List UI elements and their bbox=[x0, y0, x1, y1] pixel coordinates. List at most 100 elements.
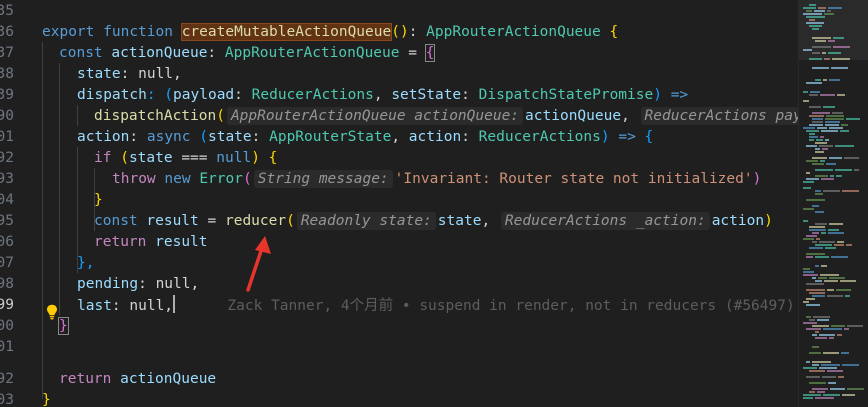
minimap-line bbox=[809, 115, 824, 117]
call-dispatchAction[interactable]: dispatchAction bbox=[94, 108, 216, 124]
minimap-line bbox=[803, 187, 811, 189]
paren: ( bbox=[216, 108, 225, 124]
arg-state[interactable]: state bbox=[438, 213, 482, 229]
minimap-line bbox=[815, 337, 827, 339]
minimap-line bbox=[809, 292, 825, 294]
variable-result[interactable]: result bbox=[155, 234, 207, 250]
minimap-line bbox=[836, 175, 842, 177]
minimap-line bbox=[828, 40, 835, 42]
variable-actionQueue[interactable]: actionQueue bbox=[120, 371, 216, 387]
code-area[interactable]: export function createMutableActionQueue… bbox=[42, 0, 798, 407]
code-line-47[interactable]: }, bbox=[77, 253, 94, 274]
property-dispatch[interactable]: dispatch bbox=[77, 87, 147, 103]
code-line-48[interactable]: pending: null, bbox=[77, 274, 199, 295]
minimap-line bbox=[815, 151, 824, 153]
minimap-line bbox=[821, 364, 840, 366]
line-number: 01 bbox=[0, 129, 14, 145]
type-DispatchStatePromise[interactable]: DispatchStatePromise bbox=[479, 87, 654, 103]
comma: , bbox=[391, 129, 401, 145]
paren: ( bbox=[199, 129, 208, 145]
colon: : bbox=[461, 129, 470, 145]
minimap-line bbox=[806, 376, 820, 378]
type-AppRouterState[interactable]: AppRouterState bbox=[269, 129, 391, 145]
minimap-line bbox=[832, 58, 850, 60]
minimap-line bbox=[815, 190, 821, 192]
arg-action[interactable]: action bbox=[712, 213, 764, 229]
property-action[interactable]: action bbox=[77, 129, 129, 145]
line-number: 06 bbox=[0, 234, 14, 250]
property-pending[interactable]: pending bbox=[77, 276, 138, 292]
minimap-line bbox=[826, 163, 836, 165]
minimap-slider[interactable] bbox=[799, 0, 868, 60]
code-line-46[interactable]: return result bbox=[94, 232, 208, 253]
type-ReducerActions[interactable]: ReducerActions bbox=[479, 129, 601, 145]
minimap-line bbox=[812, 163, 824, 165]
minimap-line bbox=[846, 244, 852, 246]
function-name-highlighted[interactable]: createMutableActionQueue bbox=[180, 23, 393, 41]
code-line-50[interactable]: } bbox=[58, 316, 69, 337]
type-annotation[interactable]: AppRouterActionQueue bbox=[225, 45, 400, 61]
code-line-52[interactable]: return actionQueue bbox=[59, 369, 216, 390]
git-blame-annotation[interactable]: Zack Tanner, 4个月前 • suspend in render, n… bbox=[227, 298, 794, 314]
minimap-line bbox=[824, 58, 830, 60]
minimap-line bbox=[824, 280, 838, 282]
minimap-line bbox=[815, 331, 819, 333]
property-state[interactable]: state bbox=[77, 66, 121, 82]
colon: : bbox=[207, 45, 217, 61]
lightbulb-icon[interactable] bbox=[46, 304, 58, 320]
minimap-line bbox=[812, 205, 819, 207]
minimap-line bbox=[814, 10, 825, 12]
param-action[interactable]: action bbox=[409, 129, 461, 145]
minimap-line bbox=[829, 337, 834, 339]
paren: ( bbox=[286, 213, 295, 229]
code-line-40[interactable]: dispatchAction(AppRouterActionQueue acti… bbox=[94, 106, 798, 127]
property-last[interactable]: last bbox=[77, 298, 112, 314]
arg-actionQueue[interactable]: actionQueue bbox=[525, 108, 621, 124]
code-line-37[interactable]: const actionQueue: AppRouterActionQueue … bbox=[59, 43, 436, 64]
code-line-39[interactable]: dispatch: (payload: ReducerActions, setS… bbox=[77, 85, 688, 106]
minimap-line bbox=[803, 181, 814, 183]
type-ReducerActions[interactable]: ReducerActions bbox=[252, 87, 374, 103]
minimap-line bbox=[809, 58, 822, 60]
string-literal[interactable]: 'Invariant: Router state not initialized… bbox=[395, 171, 753, 187]
param-payload[interactable]: payload bbox=[173, 87, 234, 103]
code-line-45[interactable]: const result = reducer(Readonly state: st… bbox=[94, 211, 773, 232]
minimap-line bbox=[815, 79, 821, 81]
code-line-36[interactable]: export function createMutableActionQueue… bbox=[42, 22, 618, 43]
line-number: 36 bbox=[0, 24, 14, 40]
minimap-line bbox=[806, 235, 817, 237]
code-line-49-current[interactable]: last: null, Zack Tanner, 4个月前 • suspend … bbox=[77, 295, 795, 316]
param-state[interactable]: state bbox=[208, 129, 252, 145]
code-line-44[interactable]: } bbox=[94, 190, 103, 211]
variable-state[interactable]: state bbox=[129, 150, 173, 166]
line-number: 03 bbox=[0, 392, 14, 407]
minimap-line bbox=[806, 145, 817, 147]
minimap-line bbox=[812, 325, 829, 327]
minimap-line bbox=[815, 142, 827, 144]
minimap-line bbox=[809, 25, 822, 27]
minimap-line bbox=[830, 388, 845, 390]
keyword-throw: throw bbox=[112, 171, 156, 187]
minimap-line bbox=[812, 52, 820, 54]
variable-result[interactable]: result bbox=[146, 213, 198, 229]
code-line-42[interactable]: if (state === null) { bbox=[94, 148, 277, 169]
call-reducer[interactable]: reducer bbox=[225, 213, 286, 229]
code-editor[interactable]: 35 36 37 38 39 90 01 92 93 04 95 06 07 98 99 00 01 92 03 e… bbox=[0, 0, 868, 407]
minimap-line bbox=[810, 91, 820, 93]
return-type[interactable]: AppRouterActionQueue bbox=[426, 24, 601, 40]
code-line-43[interactable]: throw new Error(String message: 'Invarian… bbox=[112, 169, 761, 190]
code-line-38[interactable]: state: null, bbox=[77, 64, 182, 85]
minimap-line bbox=[815, 211, 824, 213]
code-line-41[interactable]: action: async (state: AppRouterState, ac… bbox=[77, 127, 653, 148]
line-number: 99 bbox=[0, 297, 14, 313]
keyword-async: async bbox=[146, 129, 191, 145]
param-setState[interactable]: setState bbox=[391, 87, 461, 103]
property-value: : null, bbox=[138, 276, 200, 292]
minimap-line bbox=[829, 157, 842, 159]
class-Error[interactable]: Error bbox=[199, 171, 243, 187]
minimap[interactable] bbox=[798, 0, 868, 407]
code-line-53[interactable]: } bbox=[42, 390, 51, 407]
variable-actionQueue[interactable]: actionQueue bbox=[111, 45, 207, 61]
keyword-return: return bbox=[94, 234, 147, 250]
minimap-line bbox=[803, 274, 818, 276]
